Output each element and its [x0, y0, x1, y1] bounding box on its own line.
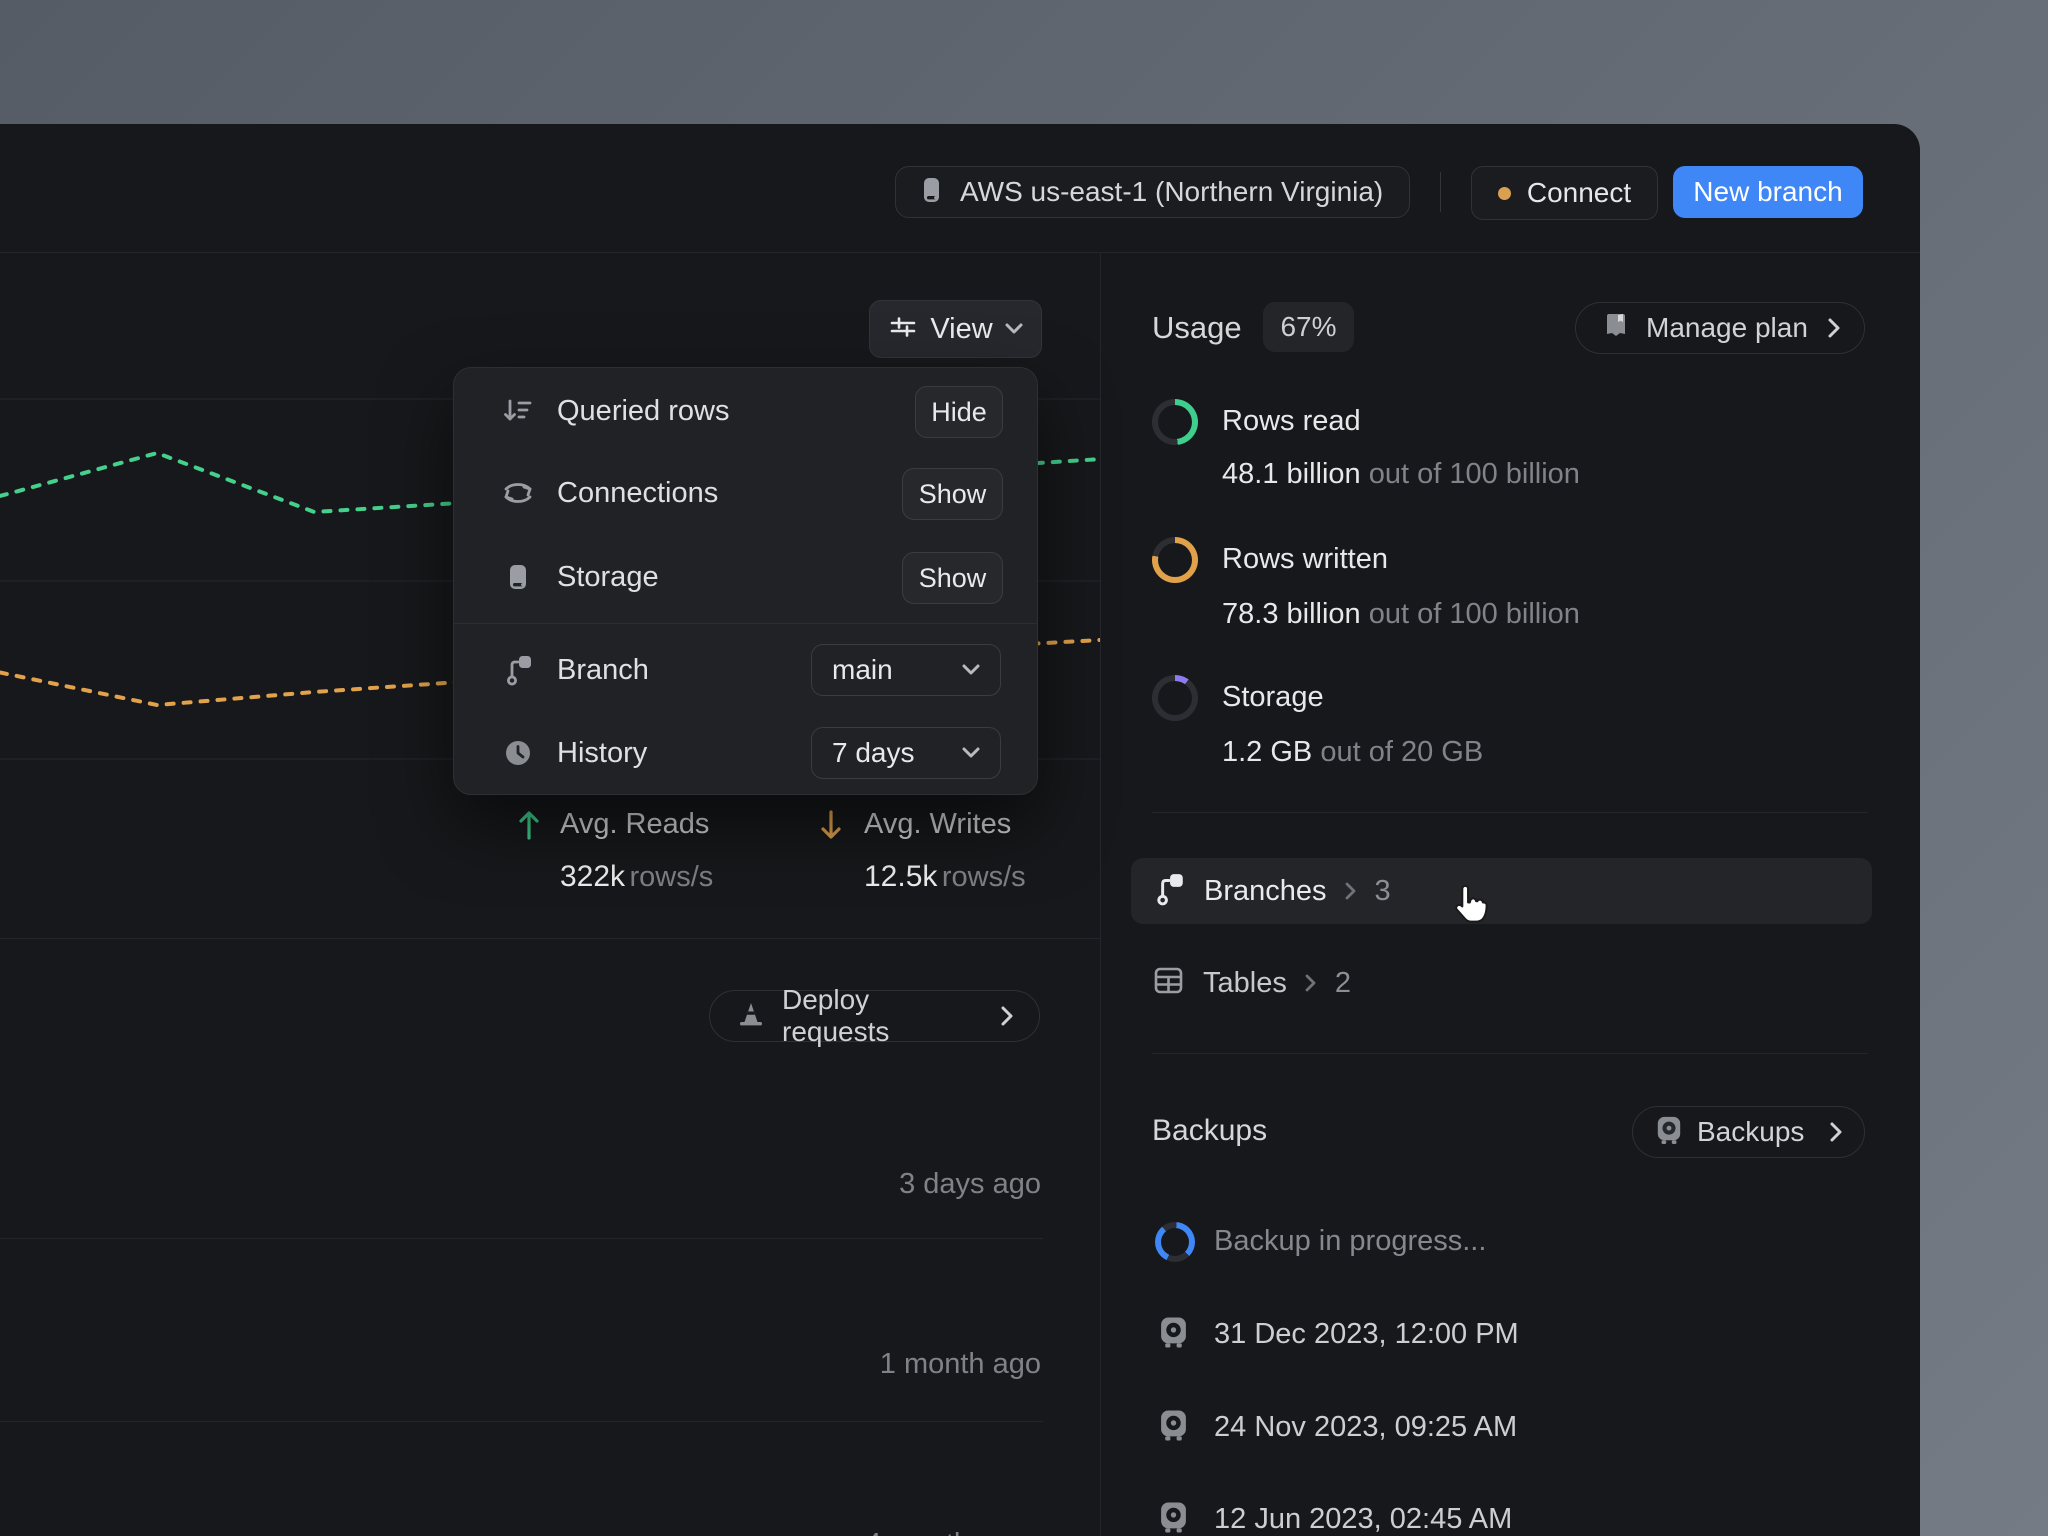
avg-reads-value: 322k rows/s: [560, 860, 713, 894]
book-icon: [1602, 311, 1630, 346]
chevron-down-icon: [1005, 323, 1023, 335]
region-label: AWS us-east-1 (Northern Virginia): [960, 176, 1383, 208]
branch-icon: [1152, 871, 1186, 912]
branch-icon: [501, 653, 535, 687]
table-icon: [1152, 964, 1185, 1002]
backups-heading: Backups: [1152, 1114, 1267, 1148]
rows-read-ring: [1152, 399, 1198, 445]
backups-button-label: Backups: [1697, 1116, 1815, 1148]
menu-item-label: Queried rows: [557, 395, 729, 428]
deploy-row-divider: [0, 1421, 1043, 1422]
branch-select[interactable]: main: [811, 644, 1001, 696]
sliders-icon: [888, 312, 918, 347]
usage-item-value: 78.3 billion out of 100 billion: [1222, 598, 1580, 631]
pointer-hand-cursor: [1448, 882, 1492, 937]
deploy-requests-label: Deploy requests: [782, 984, 983, 1048]
backup-entry[interactable]: 12 Jun 2023, 02:45 AM: [1214, 1503, 1512, 1536]
tables-label: Tables: [1203, 967, 1287, 1000]
menu-item-label: Storage: [557, 561, 659, 594]
connect-label: Connect: [1527, 177, 1631, 209]
usage-item-label: Rows written: [1222, 543, 1388, 576]
arrow-up-icon: [516, 808, 542, 847]
traffic-cone-icon: [736, 999, 766, 1034]
new-branch-button[interactable]: New branch: [1673, 166, 1863, 218]
connection-status-dot-icon: [1498, 187, 1511, 200]
backup-box-icon: [1655, 1115, 1683, 1150]
deploy-row-divider: [0, 1238, 1043, 1239]
show-button[interactable]: Show: [902, 552, 1003, 604]
chevron-right-icon: [1829, 1121, 1844, 1143]
backup-box-icon: [1158, 1500, 1189, 1536]
clock-icon: [501, 737, 535, 769]
database-drive-icon: [916, 175, 946, 210]
rows-written-ring: [1152, 537, 1198, 583]
usage-percent-badge: 67%: [1263, 302, 1354, 352]
backup-progress-spinner-icon: [1155, 1222, 1195, 1262]
chevron-right-icon: [1305, 974, 1317, 992]
region-selector[interactable]: AWS us-east-1 (Northern Virginia): [895, 166, 1410, 218]
branches-label: Branches: [1204, 875, 1327, 908]
backup-box-icon: [1158, 1408, 1189, 1447]
backup-entry[interactable]: 31 Dec 2023, 12:00 PM: [1214, 1318, 1519, 1351]
backup-entry[interactable]: 24 Nov 2023, 09:25 AM: [1214, 1411, 1517, 1444]
chevron-down-icon: [962, 664, 980, 676]
branches-count: 3: [1375, 875, 1391, 908]
usage-item-label: Storage: [1222, 681, 1324, 714]
usage-item-value: 1.2 GB out of 20 GB: [1222, 736, 1483, 769]
show-button[interactable]: Show: [902, 468, 1003, 520]
sidebar-item-branches[interactable]: Branches 3: [1131, 858, 1872, 924]
avg-reads-label: Avg. Reads: [560, 808, 709, 841]
menu-item-label: History: [557, 737, 647, 770]
desktop-background: AWS us-east-1 (Northern Virginia) Connec…: [0, 0, 2048, 1536]
manage-plan-label: Manage plan: [1646, 312, 1811, 344]
manage-plan-button[interactable]: Manage plan: [1575, 302, 1865, 354]
menu-item-label: Connections: [557, 477, 718, 510]
chevron-down-icon: [962, 747, 980, 759]
arrow-down-icon: [818, 808, 844, 847]
chevron-right-icon: [1827, 317, 1842, 339]
view-button-label: View: [930, 313, 992, 346]
hide-button[interactable]: Hide: [915, 386, 1003, 438]
menu-divider: [454, 623, 1037, 624]
chart-bottom-divider: [0, 938, 1100, 939]
deploy-row-time: 4 months ago: [621, 1528, 1041, 1536]
chevron-right-icon: [1345, 882, 1357, 900]
backup-status-text: Backup in progress...: [1214, 1225, 1486, 1258]
usage-title: Usage: [1152, 310, 1242, 346]
new-branch-label: New branch: [1693, 176, 1842, 208]
branch-select-value: main: [832, 654, 962, 686]
sidebar-item-tables[interactable]: Tables 2: [1131, 950, 1872, 1016]
deploy-row-time: 1 month ago: [621, 1348, 1041, 1381]
deploy-requests-button[interactable]: Deploy requests: [709, 990, 1040, 1042]
chevron-right-icon: [999, 1004, 1015, 1028]
tables-count: 2: [1335, 967, 1351, 1000]
history-select[interactable]: 7 days: [811, 727, 1001, 779]
swap-arrows-icon: [501, 477, 535, 509]
usage-item-label: Rows read: [1222, 405, 1361, 438]
section-divider: [1152, 812, 1868, 813]
avg-writes-value: 12.5k rows/s: [864, 860, 1026, 894]
menu-item-label: Branch: [557, 654, 649, 687]
usage-item-value: 48.1 billion out of 100 billion: [1222, 458, 1580, 491]
sort-descending-icon: [501, 395, 535, 427]
storage-drive-icon: [501, 562, 535, 592]
history-select-value: 7 days: [832, 737, 962, 769]
view-dropdown-menu: Queried rows Hide Connections Show Stora…: [453, 367, 1038, 795]
avg-writes-label: Avg. Writes: [864, 808, 1011, 841]
connect-button[interactable]: Connect: [1471, 166, 1658, 220]
view-dropdown-button[interactable]: View: [869, 300, 1042, 358]
backups-button[interactable]: Backups: [1632, 1106, 1865, 1158]
panel-divider: [1100, 252, 1101, 1536]
topbar-divider: [1440, 172, 1441, 212]
backup-box-icon: [1158, 1315, 1189, 1354]
storage-ring: [1152, 675, 1198, 721]
deploy-row-time: 3 days ago: [621, 1168, 1041, 1201]
section-divider: [1152, 1053, 1868, 1054]
